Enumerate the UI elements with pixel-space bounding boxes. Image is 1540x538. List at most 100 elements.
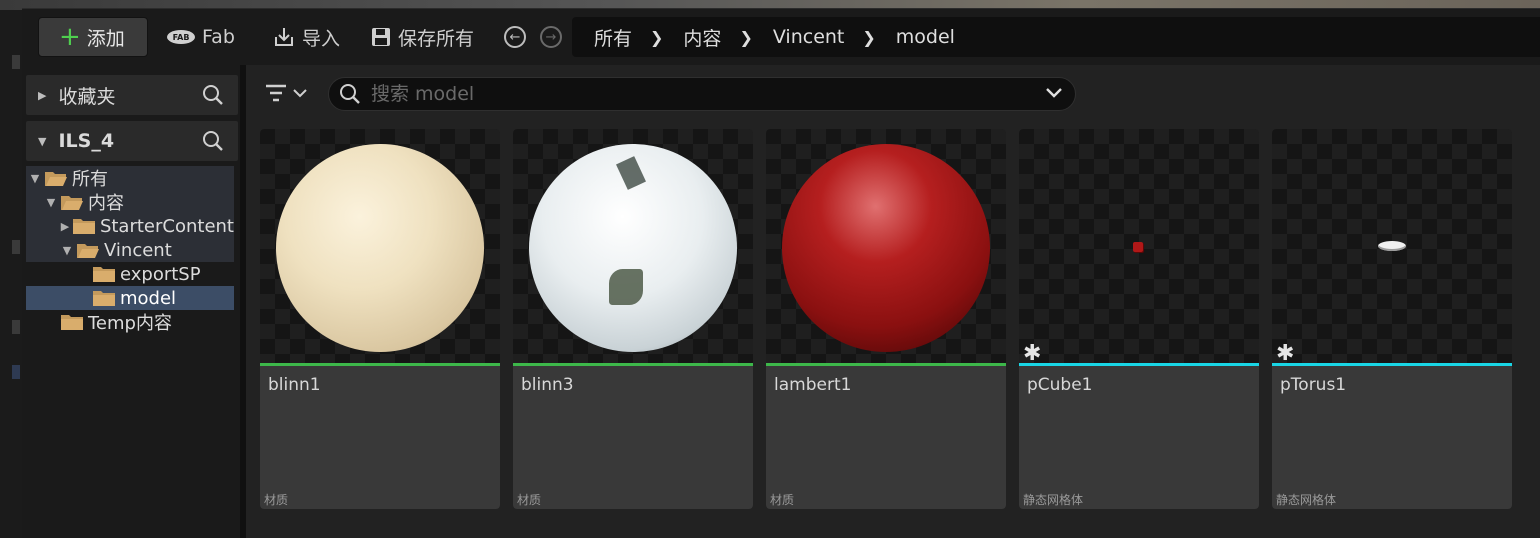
tree-item-label: 所有 <box>72 169 108 190</box>
folder-icon <box>61 315 83 330</box>
tree-item-temp[interactable]: Temp内容 <box>26 310 234 334</box>
asset-thumbnail <box>766 129 1006 365</box>
asset-type: 静态网格体 <box>1276 493 1337 507</box>
search-icon <box>340 84 360 104</box>
favorites-header[interactable]: ▶ 收藏夹 <box>26 75 238 115</box>
chevron-down-icon <box>293 89 307 98</box>
folder-tree: ▼ 所有 ▼ 内容 ▶ StarterContent ▼ Vincent exp… <box>26 162 238 538</box>
fab-icon: FAB <box>167 30 195 44</box>
plus-icon: + <box>59 22 81 52</box>
chevron-down-icon[interactable] <box>1045 86 1063 100</box>
folder-icon <box>72 219 95 234</box>
chevron-right-icon[interactable]: ❯ <box>650 28 663 47</box>
caret-right-icon[interactable]: ▶ <box>38 89 46 102</box>
asset-name: pCube1 <box>1027 375 1093 395</box>
asset-name: blinn1 <box>268 375 321 395</box>
asset-name: blinn3 <box>521 375 574 395</box>
save-all-button-label: 保存所有 <box>398 27 475 50</box>
fab-button-label: Fab <box>202 26 235 48</box>
forward-arrow-icon[interactable]: → <box>540 26 562 48</box>
caret-down-icon[interactable]: ▼ <box>44 196 58 209</box>
caret-down-icon[interactable]: ▼ <box>38 135 46 148</box>
search-input[interactable] <box>371 83 1011 105</box>
tree-item-label: StarterContent <box>99 215 234 237</box>
asset-tile-lambert1[interactable]: lambert1 材质 <box>766 129 1006 509</box>
breadcrumb-item-vincent[interactable]: Vincent <box>773 26 845 48</box>
asset-type-color-bar <box>1272 363 1512 366</box>
red-sphere-preview <box>782 144 990 352</box>
import-button[interactable]: 导入 <box>272 21 340 53</box>
asset-tile-blinn1[interactable]: blinn1 材质 <box>260 129 500 509</box>
sphere-texture-patch <box>609 269 643 305</box>
chevron-right-icon[interactable]: ❯ <box>862 28 875 47</box>
asset-type: 静态网格体 <box>1023 493 1084 507</box>
caret-right-icon[interactable]: ▶ <box>60 220 70 233</box>
fab-button[interactable]: FAB Fab <box>166 21 235 53</box>
tree-item-startercontent[interactable]: ▶ StarterContent <box>26 214 234 238</box>
torus-mesh-preview <box>1378 241 1406 251</box>
save-all-button[interactable]: 保存所有 <box>370 21 474 53</box>
tree-item-label: 内容 <box>88 193 124 214</box>
breadcrumb-item-content[interactable]: 内容 <box>683 24 721 51</box>
sources-panel: ▶ 收藏夹 ▼ ILS_4 ▼ 所有 ▼ 内容 ▶ StarterContent… <box>22 65 244 538</box>
project-label: ILS_4 <box>58 130 115 152</box>
add-button-label: 添加 <box>86 27 125 50</box>
favorites-label: 收藏夹 <box>58 85 116 108</box>
asset-name: lambert1 <box>774 375 852 395</box>
tree-item-label: Temp内容 <box>88 313 172 334</box>
save-icon <box>372 28 390 46</box>
asset-type-color-bar <box>260 363 500 366</box>
search-icon[interactable] <box>202 84 224 106</box>
cube-mesh-preview <box>1133 242 1143 252</box>
caret-down-icon[interactable]: ▼ <box>28 172 42 185</box>
asset-type-color-bar <box>766 363 1006 366</box>
asset-thumbnail <box>260 129 500 365</box>
tree-item-all[interactable]: ▼ 所有 <box>26 166 234 190</box>
filter-icon <box>266 84 286 102</box>
background-editor-edge <box>0 10 22 538</box>
folder-open-icon <box>61 196 83 210</box>
asset-type: 材质 <box>770 493 795 507</box>
tree-item-label: Vincent <box>104 239 172 261</box>
asset-thumbnail <box>513 129 753 365</box>
breadcrumb-item-all[interactable]: 所有 <box>594 24 632 51</box>
back-arrow-icon[interactable]: ← <box>504 26 526 48</box>
caret-down-icon[interactable]: ▼ <box>60 244 74 257</box>
toolbar: + 添加 FAB Fab 导入 保存所有 ← → 所有 ❯ 内容 ❯ Vince… <box>22 9 1540 65</box>
folder-open-icon <box>45 172 67 186</box>
breadcrumb-item-model[interactable]: model <box>896 26 955 48</box>
asset-type: 材质 <box>264 493 289 507</box>
breadcrumb: 所有 ❯ 内容 ❯ Vincent ❯ model <box>572 17 1540 57</box>
tree-item-vincent[interactable]: ▼ Vincent <box>26 238 234 262</box>
asset-search-box[interactable] <box>328 77 1076 111</box>
tree-item-content[interactable]: ▼ 内容 <box>26 190 234 214</box>
cream-sphere-preview <box>276 144 484 352</box>
asset-type: 材质 <box>517 493 542 507</box>
import-icon <box>275 28 293 46</box>
chevron-right-icon[interactable]: ❯ <box>739 28 752 47</box>
asterisk-icon: ✱ <box>1276 341 1295 366</box>
asset-name: pTorus1 <box>1280 375 1347 395</box>
project-header[interactable]: ▼ ILS_4 <box>26 121 238 161</box>
asterisk-icon: ✱ <box>1023 341 1042 366</box>
svg-text:FAB: FAB <box>173 33 190 42</box>
tree-item-exportsp[interactable]: exportSP <box>26 262 234 286</box>
asset-tile-ptorus1[interactable]: ✱ pTorus1 静态网格体 <box>1272 129 1512 509</box>
tree-item-model[interactable]: model <box>26 286 234 310</box>
asset-thumbnail <box>1272 129 1512 365</box>
asset-view: blinn1 材质 blinn3 材质 lambert1 材质 <box>246 65 1540 538</box>
asset-thumbnail <box>1019 129 1259 365</box>
folder-icon <box>93 291 115 306</box>
tree-item-label: model <box>120 287 177 309</box>
asset-type-color-bar <box>1019 363 1259 366</box>
asset-type-color-bar <box>513 363 753 366</box>
folder-open-icon <box>77 244 99 258</box>
tree-item-label: exportSP <box>120 263 201 285</box>
asset-tile-pcube1[interactable]: ✱ pCube1 静态网格体 <box>1019 129 1259 509</box>
asset-tile-blinn3[interactable]: blinn3 材质 <box>513 129 753 509</box>
import-button-label: 导入 <box>302 27 341 50</box>
search-icon[interactable] <box>202 130 224 152</box>
filter-button[interactable] <box>264 83 308 103</box>
add-button[interactable]: + 添加 <box>38 17 148 57</box>
folder-icon <box>93 267 115 282</box>
